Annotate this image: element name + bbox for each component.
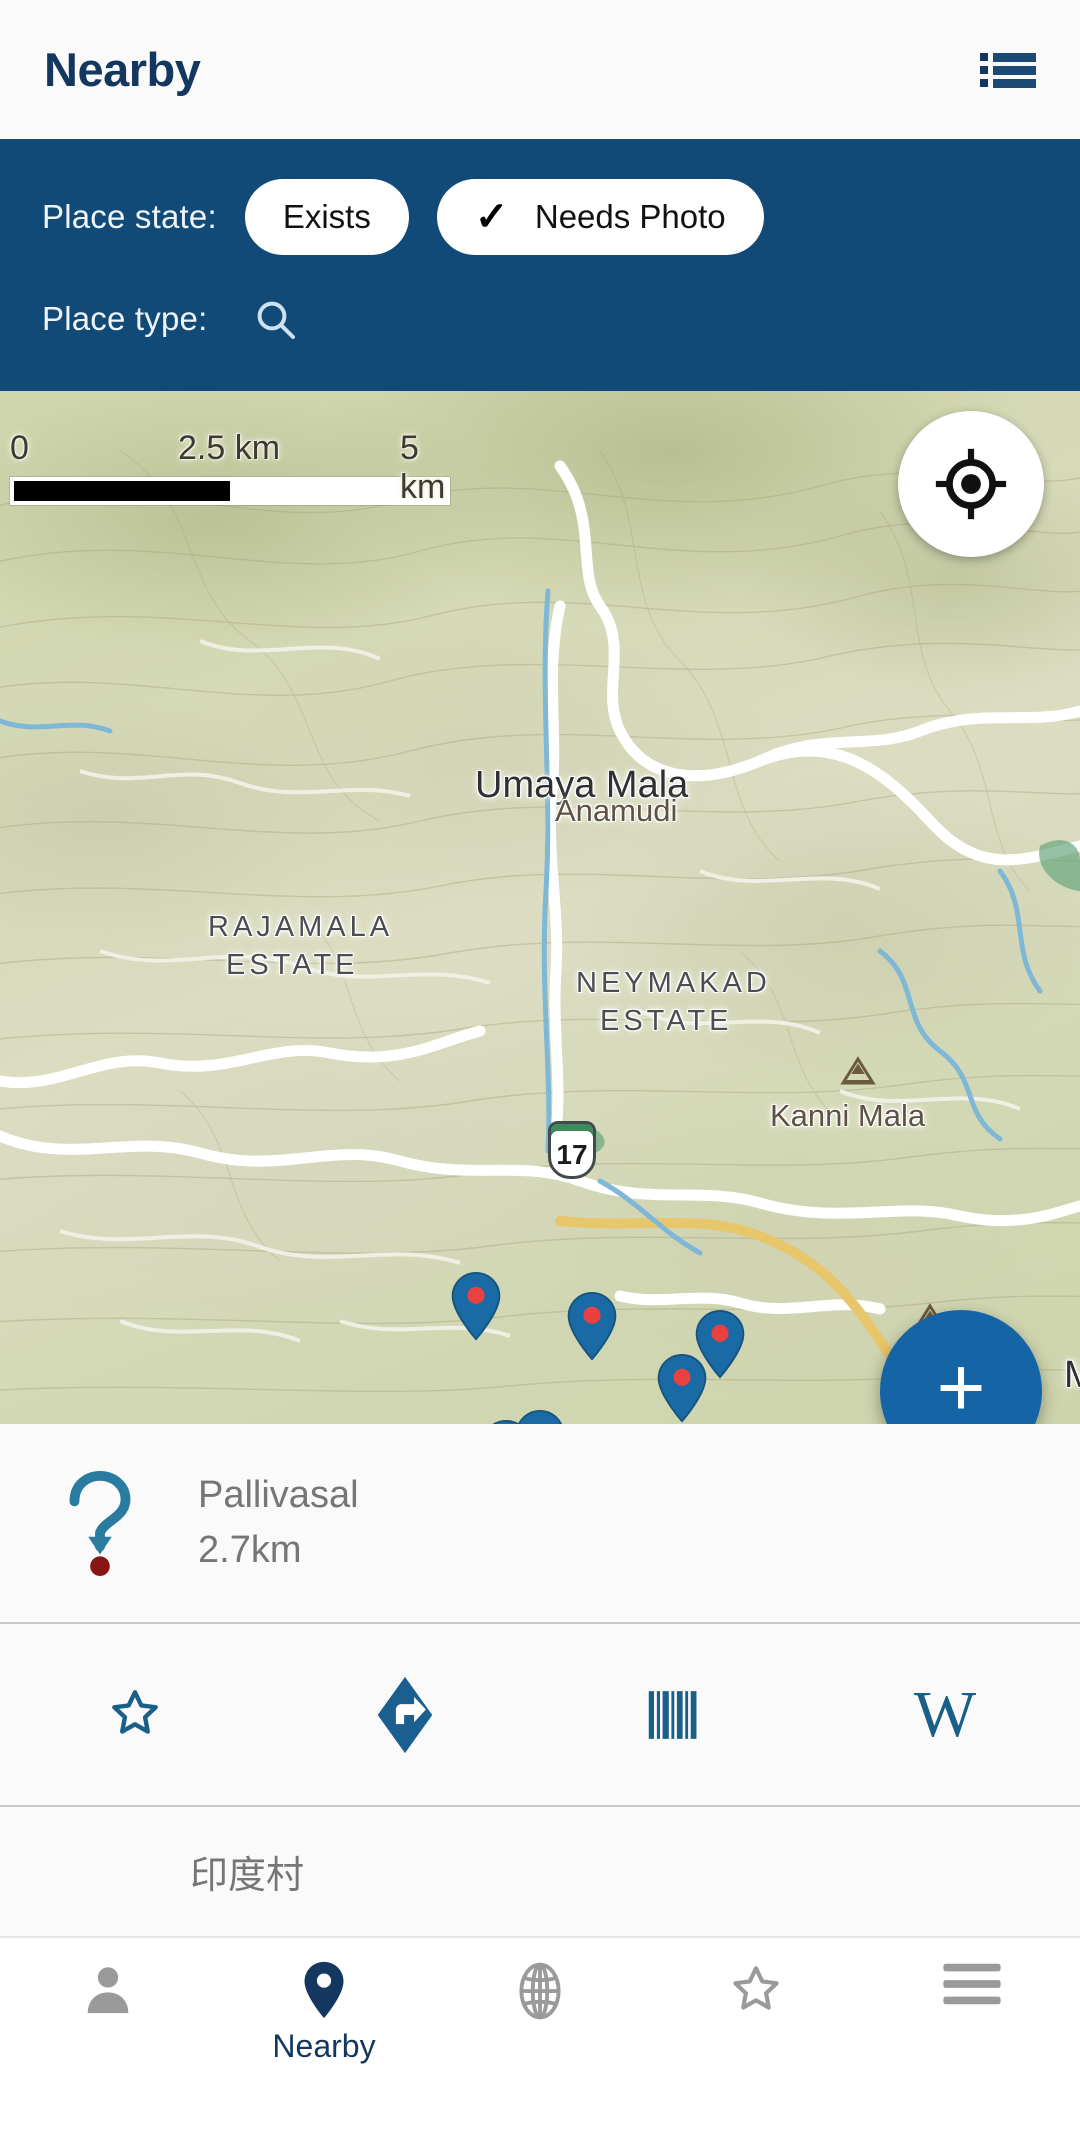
barcode-button[interactable] — [540, 1684, 810, 1746]
place-type-label: Place type: — [42, 300, 208, 337]
mountain-peak-icon — [840, 1056, 876, 1085]
action-row: W — [0, 1624, 1080, 1807]
map-pin[interactable] — [654, 1353, 710, 1423]
barcode-icon — [648, 1690, 697, 1739]
globe-icon — [519, 1962, 561, 2020]
nav-item-globe[interactable] — [432, 1960, 648, 2022]
wikipedia-button[interactable]: W — [810, 1677, 1080, 1751]
app-header: Nearby — [0, 0, 1080, 139]
result-title: Pallivasal — [198, 1474, 359, 1516]
gps-crosshair-icon — [935, 448, 1007, 520]
result-row-indian-village[interactable]: 印度村 — [0, 1807, 1080, 1937]
chip-needs-photo-label: Needs Photo — [534, 198, 726, 235]
nav-item-favorites[interactable] — [648, 1960, 864, 2022]
chip-needs-photo[interactable]: ✓ Needs Photo — [436, 179, 764, 255]
map-scale-bar: 0 2.5 km 5 km — [10, 429, 450, 506]
scale-bar-graphic — [10, 477, 450, 505]
app-root: Nearby Place state: Exists ✓ Needs Photo — [0, 0, 1080, 2137]
map-view[interactable]: 0 2.5 km 5 km Umaya Mala Anamudi RAJAMAL… — [0, 391, 1080, 1424]
search-icon[interactable] — [251, 295, 299, 343]
star-icon — [733, 1966, 779, 2010]
result-distance: 2.7km — [198, 1529, 302, 1571]
scale-label-start: 0 — [10, 429, 29, 467]
highway-shield-17: 17 — [548, 1121, 596, 1179]
question-marker-icon — [69, 1470, 131, 1577]
list-icon-svg — [980, 52, 1036, 88]
my-location-button[interactable] — [898, 411, 1044, 557]
list-icon[interactable] — [980, 50, 1036, 90]
highway-shield-number: 17 — [556, 1139, 588, 1170]
search-icon-svg — [258, 301, 296, 339]
check-icon: ✓ — [474, 195, 509, 239]
nav-item-nearby-label: Nearby — [272, 2028, 376, 2064]
nav-item-nearby[interactable]: Nearby — [216, 1960, 432, 2065]
map-roads — [0, 460, 1080, 1424]
place-type-row: Place type: — [0, 269, 1080, 369]
page-title: Nearby — [44, 43, 201, 96]
nav-item-more[interactable] — [864, 1960, 1080, 2008]
directions-icon — [377, 1676, 433, 1753]
directions-button[interactable] — [270, 1675, 540, 1755]
bookmark-button[interactable] — [0, 1684, 270, 1746]
filter-bar: Place state: Exists ✓ Needs Photo Place … — [0, 139, 1080, 391]
wikipedia-icon: W — [913, 1677, 977, 1751]
chip-exists[interactable]: Exists — [244, 179, 409, 255]
result-text: Pallivasal 2.7km — [198, 1474, 359, 1572]
map-pin[interactable] — [564, 1291, 620, 1361]
bottom-navigation: Nearby — [0, 1937, 1080, 2137]
nav-item-profile[interactable] — [0, 1960, 216, 2018]
result-row-pallivasal[interactable]: Pallivasal 2.7km — [0, 1424, 1080, 1624]
map-pin[interactable] — [512, 1409, 568, 1424]
chip-exists-label: Exists — [282, 198, 371, 235]
map-pin-icon — [304, 1961, 344, 2019]
bookmark-star-icon — [112, 1689, 158, 1734]
hamburger-icon — [943, 1963, 1001, 2005]
place-state-label: Place state: — [42, 198, 217, 235]
place-state-row: Place state: Exists ✓ Needs Photo — [0, 165, 1080, 269]
person-icon — [87, 1967, 129, 2014]
scale-label-mid: 2.5 km — [178, 429, 281, 467]
scale-label-end: 5 km — [400, 429, 446, 506]
plus-icon: + — [936, 1340, 986, 1424]
map-pin[interactable] — [448, 1271, 504, 1341]
result2-title: 印度村 — [190, 1855, 305, 1897]
